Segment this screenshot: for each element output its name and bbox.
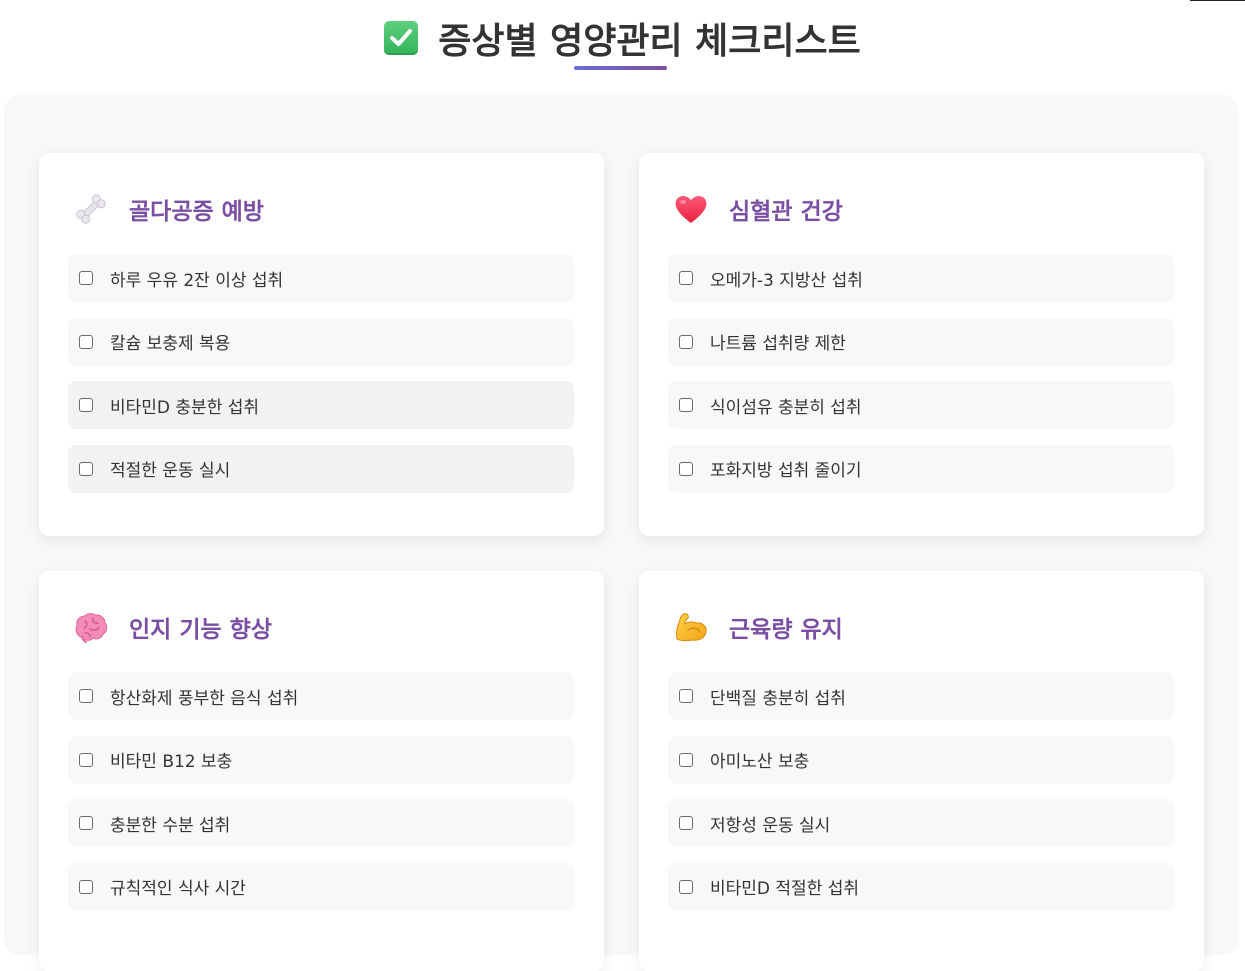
card-osteoporosis: 골다공증 예방 하루 우유 2잔 이상 섭취 칼슘 보충제 복용 비타민D 충분… xyxy=(39,153,604,536)
brain-icon xyxy=(73,609,109,645)
checkbox[interactable] xyxy=(79,816,93,830)
checkbox[interactable] xyxy=(679,689,693,703)
checklist-item-label: 하루 우유 2잔 이상 섭취 xyxy=(110,270,284,291)
checklist: 하루 우유 2잔 이상 섭취 칼슘 보충제 복용 비타민D 충분한 섭취 적절한… xyxy=(68,254,574,508)
checklist-item-label: 칼슘 보충제 복용 xyxy=(110,334,231,354)
checkbox[interactable] xyxy=(79,398,93,412)
checkbox[interactable] xyxy=(79,334,93,349)
checklist-item[interactable]: 오메가-3 지방산 섭취 xyxy=(668,254,1174,302)
checkbox[interactable] xyxy=(79,271,93,285)
checklist-item-label: 아미노산 보충 xyxy=(710,752,810,772)
card-title: 심혈관 건강 xyxy=(729,199,843,225)
checklist-item[interactable]: 적절한 운동 실시 xyxy=(68,444,574,493)
checklist-item-label: 포화지방 섭취 줄이기 xyxy=(710,461,862,481)
checklist-item[interactable]: 비타민D 적절한 섭취 xyxy=(668,862,1174,911)
checklist-item[interactable]: 규칙적인 식사 시간 xyxy=(68,862,574,911)
title-row: 증상별 영양관리 체크리스트 xyxy=(0,12,1245,64)
checkbox[interactable] xyxy=(679,461,693,476)
checkbox[interactable] xyxy=(679,879,693,894)
flexed-biceps-icon xyxy=(673,609,709,645)
checklist-item-label: 적절한 운동 실시 xyxy=(110,461,231,481)
bone-icon xyxy=(73,191,109,227)
checkbox[interactable] xyxy=(679,334,693,349)
page-header: 증상별 영양관리 체크리스트 xyxy=(0,0,1245,92)
checklist-item[interactable]: 아미노산 보충 xyxy=(668,735,1174,784)
checklist-item[interactable]: 식이섬유 충분히 섭취 xyxy=(668,381,1174,429)
checklist-item[interactable]: 포화지방 섭취 줄이기 xyxy=(668,444,1174,493)
checklist-item[interactable]: 나트륨 섭취량 제한 xyxy=(668,317,1174,366)
checklist-item-label: 저항성 운동 실시 xyxy=(710,815,831,836)
checklist-item-label: 충분한 수분 섭취 xyxy=(110,815,231,836)
card-title: 근육량 유지 xyxy=(729,617,843,643)
checklist-item-label: 단백질 충분히 섭취 xyxy=(710,688,846,709)
card-title: 골다공증 예방 xyxy=(129,199,264,225)
card-cardiovascular: 심혈관 건강 오메가-3 지방산 섭취 나트륨 섭취량 제한 식이섬유 충분히 … xyxy=(639,153,1204,536)
checklist-item[interactable]: 단백질 충분히 섭취 xyxy=(668,672,1174,720)
checklist-item[interactable]: 비타민 B12 보충 xyxy=(68,735,574,784)
checklist-item-label: 비타민D 적절한 섭취 xyxy=(710,879,860,899)
heart-icon xyxy=(673,191,709,227)
checkbox[interactable] xyxy=(679,271,693,285)
card-header: 근육량 유지 xyxy=(673,607,843,647)
card-header: 골다공증 예방 xyxy=(73,189,264,229)
checklist: 항산화제 풍부한 음식 섭취 비타민 B12 보충 충분한 수분 섭취 규칙적인… xyxy=(68,672,574,926)
checkbox[interactable] xyxy=(679,816,693,830)
checklist-item-label: 비타민 B12 보충 xyxy=(110,752,233,772)
checklist-item-label: 항산화제 풍부한 음식 섭취 xyxy=(110,688,299,709)
page-title: 증상별 영양관리 체크리스트 xyxy=(438,21,861,62)
checkbox[interactable] xyxy=(79,879,93,894)
checklist-item[interactable]: 저항성 운동 실시 xyxy=(668,799,1174,847)
checkbox[interactable] xyxy=(79,752,93,767)
card-header: 심혈관 건강 xyxy=(673,189,843,229)
card-cognitive: 인지 기능 향상 항산화제 풍부한 음식 섭취 비타민 B12 보충 충분한 수… xyxy=(39,571,604,971)
checklist-item-label: 규칙적인 식사 시간 xyxy=(110,879,246,899)
checklist-item-label: 나트륨 섭취량 제한 xyxy=(710,334,846,354)
title-underline xyxy=(574,66,667,70)
checklist-item[interactable]: 하루 우유 2잔 이상 섭취 xyxy=(68,254,574,302)
checklist: 단백질 충분히 섭취 아미노산 보충 저항성 운동 실시 비타민D 적절한 섭취 xyxy=(668,672,1174,926)
checkbox[interactable] xyxy=(679,752,693,767)
checklist-panel: 골다공증 예방 하루 우유 2잔 이상 섭취 칼슘 보충제 복용 비타민D 충분… xyxy=(4,95,1238,971)
checklist-item[interactable]: 충분한 수분 섭취 xyxy=(68,799,574,847)
card-muscle: 근육량 유지 단백질 충분히 섭취 아미노산 보충 저항성 운동 실시 비타민D… xyxy=(639,571,1204,971)
checkbox[interactable] xyxy=(79,689,93,703)
checklist-item-label: 식이섬유 충분히 섭취 xyxy=(710,397,862,418)
checklist-item-label: 오메가-3 지방산 섭취 xyxy=(710,270,863,291)
checklist: 오메가-3 지방산 섭취 나트륨 섭취량 제한 식이섬유 충분히 섭취 포화지방… xyxy=(668,254,1174,508)
checklist-item[interactable]: 항산화제 풍부한 음식 섭취 xyxy=(68,672,574,720)
checkbox[interactable] xyxy=(79,461,93,476)
card-header: 인지 기능 향상 xyxy=(73,607,272,647)
white-check-mark-icon xyxy=(384,21,419,55)
checklist-item-label: 비타민D 충분한 섭취 xyxy=(110,397,260,418)
checkbox[interactable] xyxy=(679,398,693,412)
checklist-item[interactable]: 칼슘 보충제 복용 xyxy=(68,317,574,366)
card-title: 인지 기능 향상 xyxy=(129,617,272,643)
checklist-item[interactable]: 비타민D 충분한 섭취 xyxy=(68,381,574,429)
